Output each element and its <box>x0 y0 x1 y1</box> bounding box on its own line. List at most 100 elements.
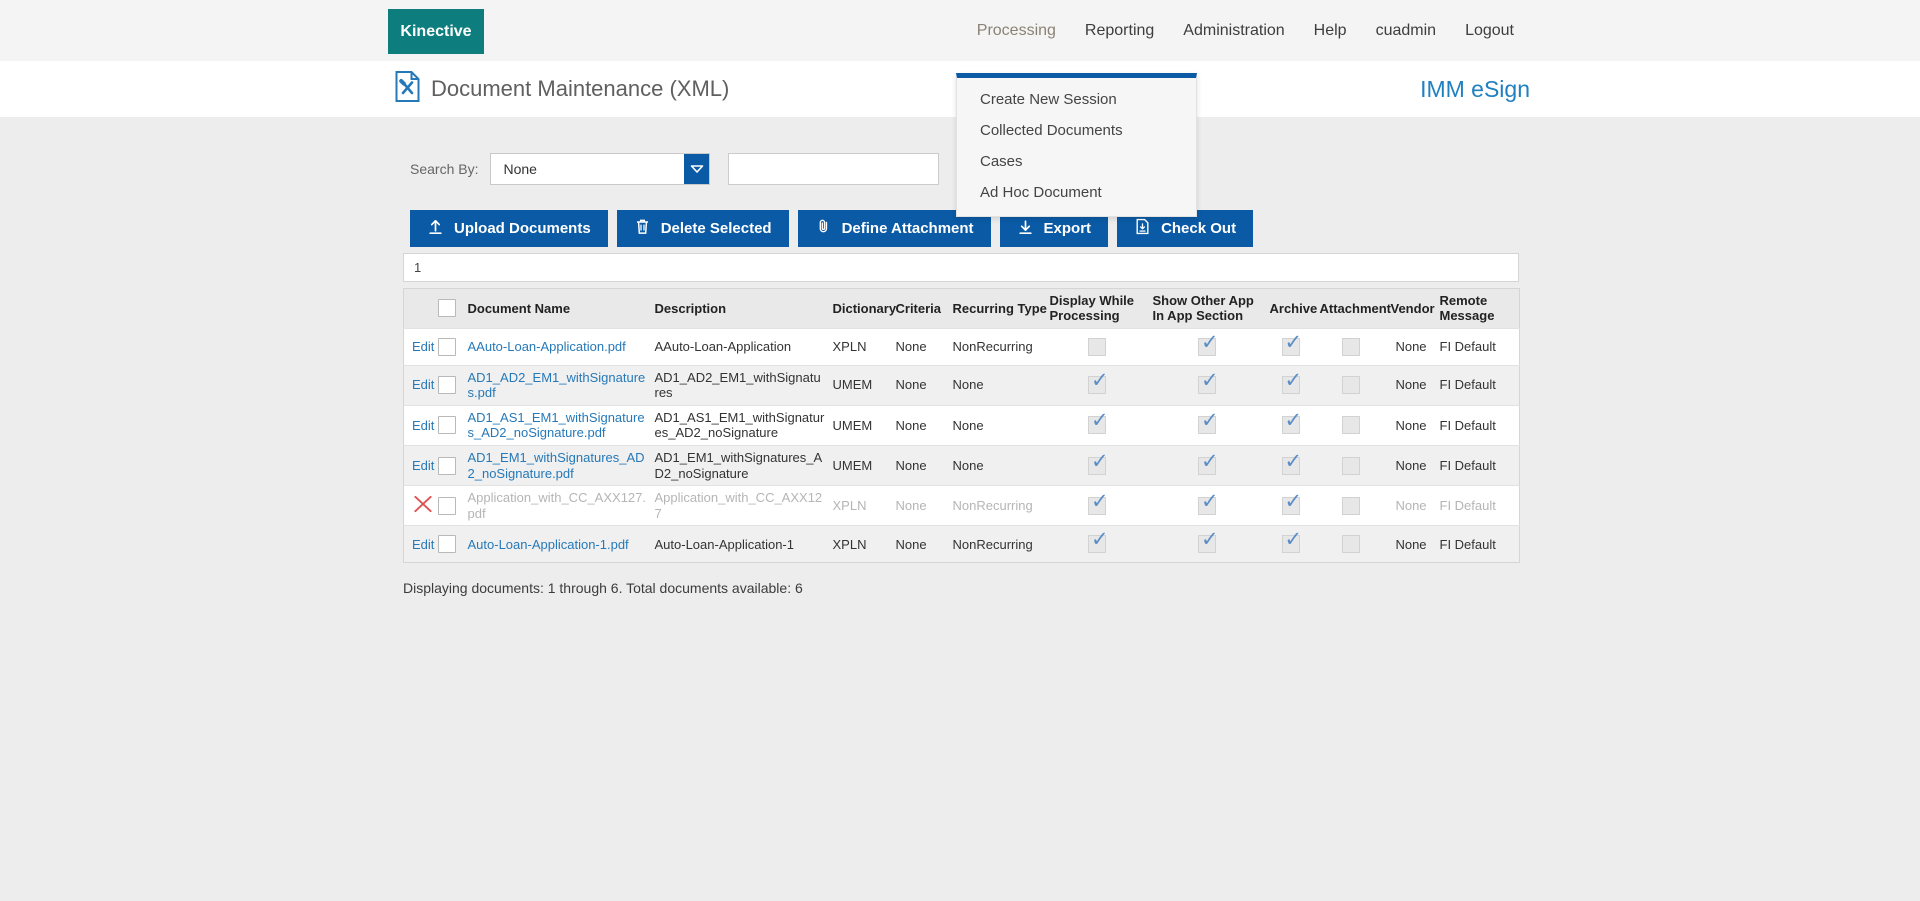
remote-message-cell: FI Default <box>1438 365 1520 405</box>
description-cell: Application_with_CC_AXX127 <box>653 486 831 526</box>
select-all-header <box>436 289 466 329</box>
attachment-checkbox <box>1342 497 1360 515</box>
upload-documents-button[interactable]: Upload Documents <box>410 210 608 247</box>
upload-icon <box>427 218 444 239</box>
attachment-checkbox <box>1342 338 1360 356</box>
documents-table: Document Name Description Dictionary Cri… <box>403 288 1520 563</box>
table-row: Edit AAuto-Loan-Application.pdf AAuto-Lo… <box>404 328 1520 365</box>
document-name-link[interactable]: AAuto-Loan-Application.pdf <box>468 339 647 355</box>
top-nav-bar: Kinective Processing Reporting Administr… <box>0 0 1920 61</box>
trash-icon <box>634 218 651 239</box>
page-number[interactable]: 1 <box>404 260 421 275</box>
remote-message-cell: FI Default <box>1438 486 1520 526</box>
recurring-type-cell: None <box>951 405 1048 445</box>
delete-x-icon[interactable] <box>412 493 434 519</box>
define-attachment-label: Define Attachment <box>842 220 974 237</box>
remote-message-cell: FI Default <box>1438 446 1520 486</box>
show-other-app-checkbox <box>1198 535 1216 553</box>
attachment-checkbox <box>1342 535 1360 553</box>
document-name-link[interactable]: Auto-Loan-Application-1.pdf <box>468 537 647 553</box>
description-cell: AAuto-Loan-Application <box>653 328 831 365</box>
dictionary-cell: XPLN <box>831 328 894 365</box>
recurring-type-cell: None <box>951 446 1048 486</box>
nav-item-reporting[interactable]: Reporting <box>1085 22 1154 40</box>
table-row: Edit Auto-Loan-Application-1.pdf Auto-Lo… <box>404 526 1520 563</box>
vendor-cell: None <box>1389 486 1438 526</box>
download-icon <box>1017 218 1034 239</box>
description-cell: AD1_AS1_EM1_withSignatures_AD2_noSignatu… <box>653 405 831 445</box>
attachment-checkbox <box>1342 457 1360 475</box>
menu-item-collected-documents[interactable]: Collected Documents <box>957 115 1196 146</box>
dictionary-cell: UMEM <box>831 405 894 445</box>
vendor-header: Vendor <box>1389 289 1438 329</box>
document-name-link[interactable]: AD1_EM1_withSignatures_AD2_noSignature.p… <box>468 450 647 481</box>
delete-selected-button[interactable]: Delete Selected <box>617 210 789 247</box>
document-maintenance-icon <box>394 70 421 108</box>
edit-link[interactable]: Edit <box>412 418 434 433</box>
table-row: Edit AD1_EM1_withSignatures_AD2_noSignat… <box>404 446 1520 486</box>
remote-message-cell: FI Default <box>1438 328 1520 365</box>
row-checkbox[interactable] <box>438 535 456 553</box>
vendor-cell: None <box>1389 365 1438 405</box>
document-name-link[interactable]: Application_with_CC_AXX127.pdf <box>468 490 647 521</box>
upload-documents-label: Upload Documents <box>454 220 591 237</box>
vendor-cell: None <box>1389 405 1438 445</box>
nav-item-cuadmin[interactable]: cuadmin <box>1376 22 1436 40</box>
criteria-cell: None <box>894 446 951 486</box>
row-checkbox[interactable] <box>438 416 456 434</box>
kinective-logo[interactable]: Kinective <box>388 9 484 54</box>
row-checkbox[interactable] <box>438 497 456 515</box>
archive-checkbox <box>1282 457 1300 475</box>
show-other-app-checkbox <box>1198 376 1216 394</box>
show-other-app-checkbox <box>1198 338 1216 356</box>
row-checkbox[interactable] <box>438 376 456 394</box>
row-checkbox[interactable] <box>438 457 456 475</box>
edit-link[interactable]: Edit <box>412 458 434 473</box>
attachment-header: Attachment <box>1318 289 1389 329</box>
actions-column-header <box>404 289 436 329</box>
archive-checkbox <box>1282 497 1300 515</box>
documents-summary: Displaying documents: 1 through 6. Total… <box>403 580 1519 596</box>
pagination-bar: 1 <box>403 253 1519 282</box>
table-row: Edit AD1_AD2_EM1_withSignatures.pdf AD1_… <box>404 365 1520 405</box>
page-title: Document Maintenance (XML) <box>431 76 729 102</box>
main-nav: Processing Reporting Administration Help… <box>977 0 1514 61</box>
document-name-link[interactable]: AD1_AS1_EM1_withSignatures_AD2_noSignatu… <box>468 410 647 441</box>
nav-item-administration[interactable]: Administration <box>1183 22 1284 40</box>
menu-item-ad-hoc-document[interactable]: Ad Hoc Document <box>957 177 1196 208</box>
select-all-checkbox[interactable] <box>438 299 456 317</box>
criteria-cell: None <box>894 405 951 445</box>
recurring-type-cell: NonRecurring <box>951 526 1048 563</box>
export-label: Export <box>1044 220 1092 237</box>
search-input[interactable] <box>728 153 939 185</box>
nav-item-logout[interactable]: Logout <box>1465 22 1514 40</box>
search-by-select[interactable]: None <box>490 153 710 185</box>
processing-dropdown-menu: Create New Session Collected Documents C… <box>956 73 1197 217</box>
edit-link[interactable]: Edit <box>412 377 434 392</box>
vendor-cell: None <box>1389 446 1438 486</box>
display-while-processing-checkbox <box>1088 416 1106 434</box>
recurring-type-cell: NonRecurring <box>951 328 1048 365</box>
attachment-checkbox <box>1342 416 1360 434</box>
archive-checkbox <box>1282 338 1300 356</box>
nav-item-processing[interactable]: Processing <box>977 22 1056 40</box>
display-while-processing-checkbox <box>1088 376 1106 394</box>
criteria-cell: None <box>894 365 951 405</box>
menu-item-cases[interactable]: Cases <box>957 146 1196 177</box>
display-while-processing-checkbox <box>1088 497 1106 515</box>
criteria-cell: None <box>894 526 951 563</box>
chevron-down-icon[interactable] <box>684 154 709 184</box>
display-while-processing-checkbox <box>1088 457 1106 475</box>
edit-link[interactable]: Edit <box>412 537 434 552</box>
paperclip-icon <box>815 218 832 239</box>
edit-link[interactable]: Edit <box>412 339 434 354</box>
row-checkbox[interactable] <box>438 338 456 356</box>
dictionary-cell: UMEM <box>831 365 894 405</box>
nav-item-help[interactable]: Help <box>1314 22 1347 40</box>
document-name-link[interactable]: AD1_AD2_EM1_withSignatures.pdf <box>468 370 647 401</box>
archive-checkbox <box>1282 416 1300 434</box>
search-by-label: Search By: <box>410 161 478 177</box>
menu-item-create-new-session[interactable]: Create New Session <box>957 84 1196 115</box>
table-header-row: Document Name Description Dictionary Cri… <box>404 289 1520 329</box>
recurring-type-cell: None <box>951 365 1048 405</box>
